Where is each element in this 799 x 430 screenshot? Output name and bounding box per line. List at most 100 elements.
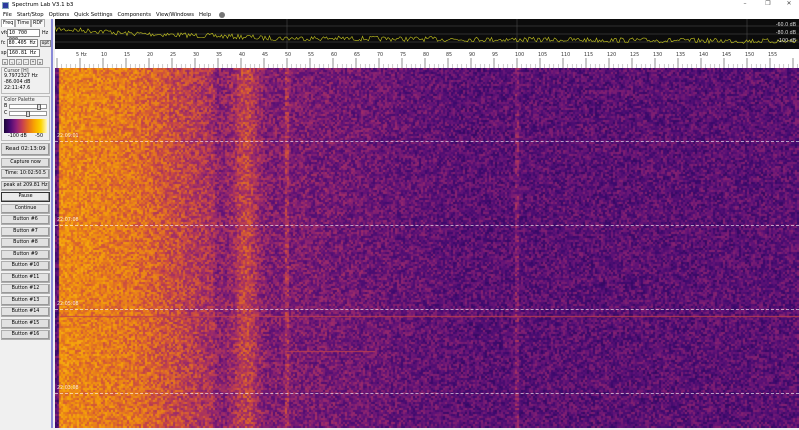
frequency-ruler[interactable]: 5 Hz 10 15 20 25 30 35 40 45 50 55 60 65 70 75 80 85 90 95… xyxy=(55,49,799,68)
time-marker-line xyxy=(55,225,799,226)
continue-button[interactable]: Continue xyxy=(1,203,50,214)
time-marker-line xyxy=(55,141,799,142)
ruler-tick-label: 50 xyxy=(285,52,291,58)
color-palette-group: Color Palette B C -100 dB -50 xyxy=(1,96,50,141)
close-button[interactable]: ✕ xyxy=(779,0,799,7)
app-icon xyxy=(2,1,9,9)
ruler-tick-label: 105 xyxy=(538,52,547,58)
button-15-button[interactable]: Button #15 xyxy=(1,318,50,329)
ruler-tick-label: 80 xyxy=(423,52,429,58)
ruler-tick-label: 60 xyxy=(331,52,337,58)
scroll-right-button[interactable]: › xyxy=(16,59,22,65)
ruler-tick-label: 115 xyxy=(584,52,593,58)
ruler-tick-label: 55 xyxy=(308,52,314,58)
ruler-tick-label: 75 xyxy=(400,52,406,58)
button-9-button[interactable]: Button #9 xyxy=(1,249,50,260)
minimize-button[interactable]: – xyxy=(735,0,755,7)
scroll-left-button[interactable]: ‹ xyxy=(9,59,15,65)
spectrum-graph xyxy=(54,19,799,49)
capture-now-button[interactable]: Capture now xyxy=(1,157,50,168)
button-8-button[interactable]: Button #8 xyxy=(1,238,50,248)
restore-button[interactable]: ❐ xyxy=(758,0,778,7)
vfo-input[interactable]: 10 700 000 xyxy=(7,29,40,43)
ruler-tick-label: 65 xyxy=(354,52,360,58)
time-marker-label: 22:09:01 xyxy=(57,134,79,139)
ruler-tick-label: 125 xyxy=(630,52,639,58)
db-label: -80.0 dB xyxy=(775,31,796,36)
ruler-tick-label: 10 xyxy=(101,52,107,58)
menu-options[interactable]: Options xyxy=(49,12,69,18)
vfo-unit: Hz xyxy=(42,30,49,36)
frequency-scale: 5 Hz 10 15 20 25 30 35 40 45 50 55 60 65 70 75 80 85 90 95… xyxy=(56,52,798,68)
ruler-tick-label: 5 Hz xyxy=(76,52,87,58)
button-13-button[interactable]: Button #13 xyxy=(1,295,50,306)
db-label: -100 dB xyxy=(777,39,796,44)
scroll-far-right-button[interactable]: » xyxy=(37,59,43,65)
button-7-button[interactable]: Button #7 xyxy=(1,226,50,237)
button-16-button[interactable]: Button #16 xyxy=(1,330,50,340)
waterfall-display[interactable]: 22:09:01 22:07:08 22:05:08 22:03:08 xyxy=(55,68,799,428)
ruler-tick-label: 135 xyxy=(676,52,685,58)
menu-view-windows[interactable]: View/Windows xyxy=(156,12,194,18)
menu-bar: File Start/Stop Options Quick Settings C… xyxy=(0,10,799,19)
contrast-slider-thumb[interactable] xyxy=(26,111,31,117)
span-input[interactable]: 160.81 Hz xyxy=(7,49,40,57)
button-12-button[interactable]: Button #12 xyxy=(1,284,50,294)
tab-freq[interactable]: Freq xyxy=(1,19,16,27)
ruler-tick-label: 140 xyxy=(699,52,708,58)
ruler-tick-label: 95 xyxy=(492,52,498,58)
time-marker-label: 22:05:08 xyxy=(57,302,79,307)
ruler-tick-label: 155 xyxy=(768,52,777,58)
read-02-13-09-button[interactable]: Read 02:13:09 xyxy=(1,143,50,156)
button-10-button[interactable]: Button #10 xyxy=(1,261,50,271)
time-marker-line xyxy=(55,309,799,310)
title-bar: Spectrum Lab V3.1 b3 – ❐ ✕ xyxy=(0,0,799,10)
time-10-02-50-5-button[interactable]: Time: 10:02:50.5 xyxy=(1,169,50,179)
contrast-slider[interactable] xyxy=(9,111,47,117)
opt-button[interactable]: opt xyxy=(39,39,51,47)
control-panel: Freq Time RDF vfo 10 700 000 Hz fc 80.40… xyxy=(0,19,53,428)
ruler-tick-label: 45 xyxy=(262,52,268,58)
menu-quick-settings[interactable]: Quick Settings xyxy=(74,12,112,18)
palette-max-label: -50 xyxy=(35,134,43,139)
button-14-button[interactable]: Button #14 xyxy=(1,307,50,317)
ruler-tick-label: 40 xyxy=(239,52,245,58)
ruler-tick-label: 90 xyxy=(469,52,475,58)
ruler-tick-label: 120 xyxy=(607,52,616,58)
brightness-slider-thumb[interactable] xyxy=(37,104,41,110)
button-6-button[interactable]: Button #6 xyxy=(1,215,50,225)
cursor-time: 22:11:47.6 xyxy=(4,86,31,91)
window-title: Spectrum Lab V3.1 b3 xyxy=(12,2,74,8)
time-marker-label: 22:03:08 xyxy=(57,386,79,391)
palette-min-label: -100 dB xyxy=(8,134,27,139)
waterfall-canvas[interactable] xyxy=(55,68,799,428)
button-11-button[interactable]: Button #11 xyxy=(1,272,50,283)
menu-components[interactable]: Components xyxy=(117,12,151,18)
ruler-tick-label: 145 xyxy=(722,52,731,58)
ruler-tick-label: 15 xyxy=(124,52,130,58)
scroll-far-left-button[interactable]: « xyxy=(2,59,8,65)
spectrum-plot[interactable]: -60.0 dB -80.0 dB -100 dB xyxy=(54,19,799,49)
ruler-tick-label: 35 xyxy=(216,52,222,58)
brightness-slider[interactable] xyxy=(9,104,47,110)
zoom-out-button[interactable]: - xyxy=(23,59,29,65)
ruler-tick-label: 30 xyxy=(193,52,199,58)
pause-button[interactable]: Pause xyxy=(1,192,50,202)
status-indicator-icon xyxy=(219,11,226,18)
spectrum-trace xyxy=(54,26,798,45)
menu-help[interactable]: Help xyxy=(199,12,211,18)
menu-start-stop[interactable]: Start/Stop xyxy=(17,12,44,18)
time-marker-line xyxy=(55,393,799,394)
cursor-group: Cursor [H] 9.7972327 Hz -86.004 dB 22:11… xyxy=(1,67,50,94)
ruler-tick-label: 70 xyxy=(377,52,383,58)
color-palette-bar xyxy=(4,119,47,133)
menu-file[interactable]: File xyxy=(3,12,12,18)
peak-at-209-81-hz-button[interactable]: peak at 209.81 Hz xyxy=(1,180,50,191)
ruler-tick-label: 85 xyxy=(446,52,452,58)
zoom-in-button[interactable]: * xyxy=(30,59,36,65)
db-label: -60.0 dB xyxy=(775,23,796,28)
ruler-tick-label: 20 xyxy=(147,52,153,58)
tab-time[interactable]: Time xyxy=(15,19,32,27)
fc-input[interactable]: 80.405 Hz xyxy=(6,39,38,47)
tab-rdf[interactable]: RDF xyxy=(31,19,45,27)
